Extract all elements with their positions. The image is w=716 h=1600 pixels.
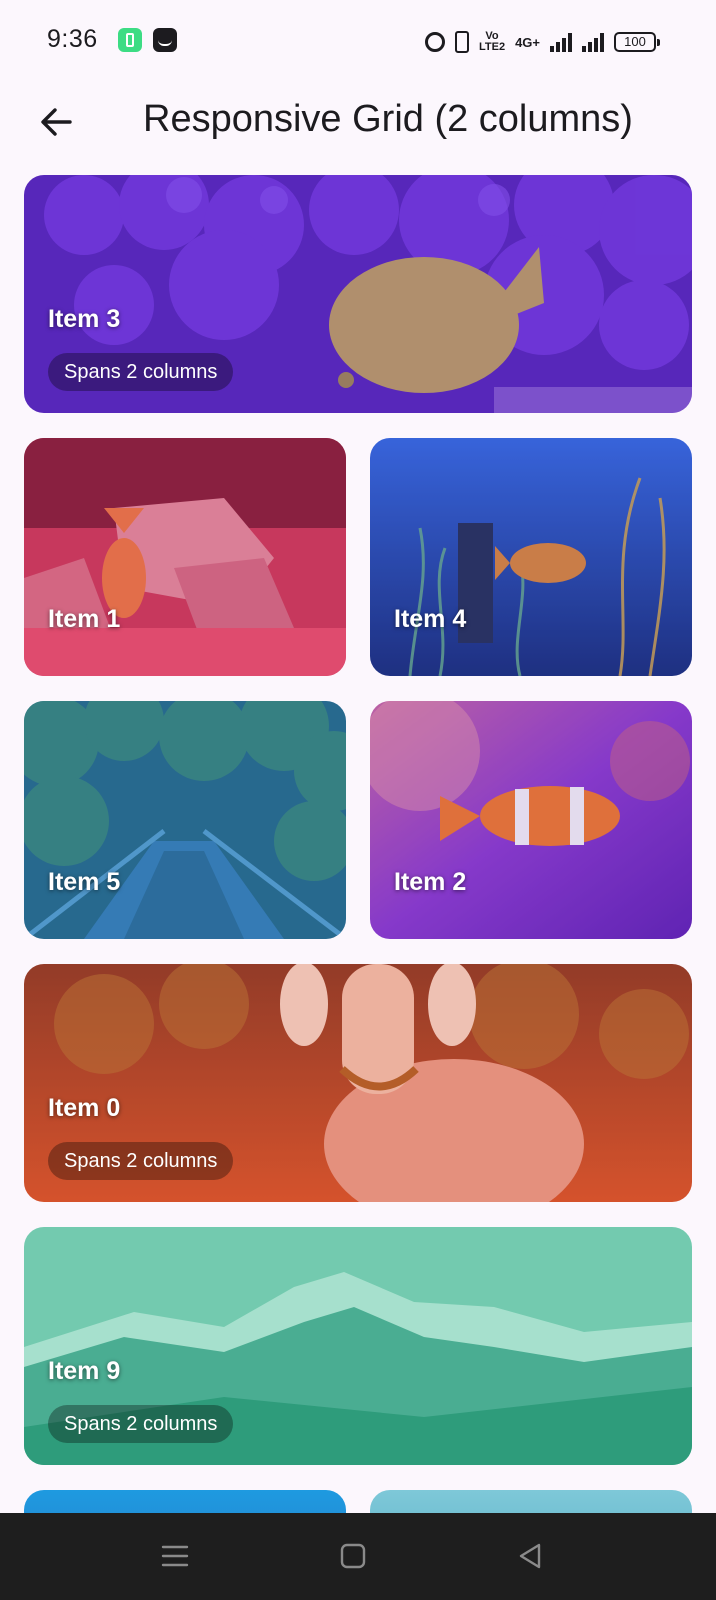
grid-tile-item-0[interactable]: Item 0 Spans 2 columns (24, 964, 692, 1202)
grid-tile-item-2[interactable]: Item 2 (370, 701, 692, 939)
span-badge: Spans 2 columns (48, 1405, 234, 1443)
grid-tile-item-1[interactable]: Item 1 (24, 438, 346, 676)
alarm-icon (424, 32, 445, 52)
grid-tile-item-3[interactable]: Item 3 Spans 2 columns (24, 175, 692, 413)
app-bar: Responsive Grid (2 columns) (0, 82, 716, 160)
battery-icon: 100 (614, 32, 660, 52)
system-nav-bar (0, 1513, 716, 1600)
status-icons: Vo LTE2 4G+ 100 (424, 28, 660, 56)
grid-tile-item-5[interactable]: Item 5 (24, 701, 346, 939)
home-icon[interactable] (338, 1541, 368, 1571)
page-title: Responsive Grid (2 columns) (143, 98, 633, 140)
span-badge: Spans 2 columns (48, 353, 234, 391)
battery-saver-icon (118, 28, 142, 52)
smile-app-icon (153, 28, 177, 52)
tile-label: Item 0 (48, 1094, 121, 1122)
status-bar: 9:36 Vo LTE2 4G+ 100 (0, 0, 716, 82)
tile-label: Item 5 (48, 868, 121, 896)
grid-tile-item-4[interactable]: Item 4 (370, 438, 692, 676)
network-type: 4G+ (515, 34, 540, 50)
volte-bottom: LTE2 (478, 41, 506, 53)
menu-icon[interactable] (160, 1541, 190, 1571)
tile-label: Item 1 (48, 605, 121, 633)
back-triangle-icon[interactable] (515, 1541, 545, 1571)
tile-label: Item 2 (394, 868, 467, 896)
arrow-back-icon[interactable] (36, 102, 76, 142)
tile-label: Item 3 (48, 305, 121, 333)
tile-label: Item 9 (48, 1357, 121, 1385)
signal-icon-1 (550, 32, 572, 52)
grid-tile-item-9[interactable]: Item 9 Spans 2 columns (24, 1227, 692, 1465)
status-time: 9:36 (47, 25, 98, 53)
tile-label: Item 4 (394, 605, 467, 633)
volte-icon: Vo LTE2 (479, 31, 505, 53)
span-badge: Spans 2 columns (48, 1142, 234, 1180)
vibrate-icon (454, 31, 469, 53)
signal-icon-2 (582, 32, 604, 52)
